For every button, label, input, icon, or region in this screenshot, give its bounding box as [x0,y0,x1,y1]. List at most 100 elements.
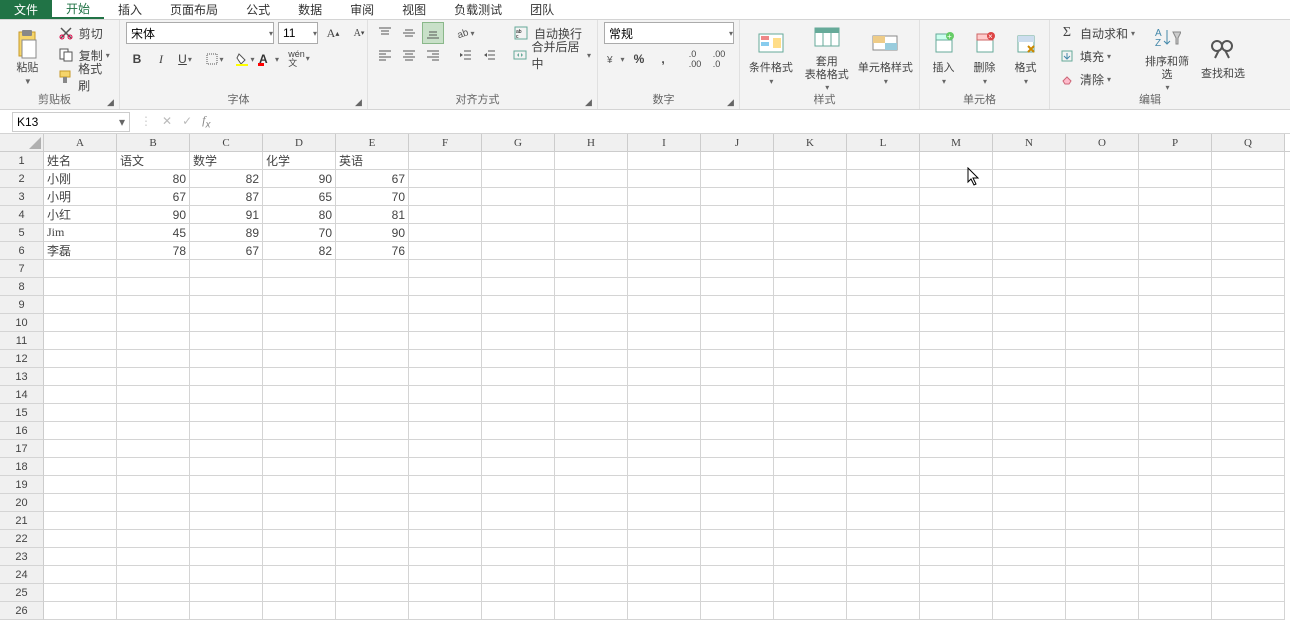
cell[interactable] [628,548,701,566]
column-header[interactable]: K [774,134,847,151]
cell[interactable] [1139,404,1212,422]
cell[interactable] [774,440,847,458]
cell[interactable] [44,530,117,548]
cell[interactable] [482,566,555,584]
cell[interactable] [774,188,847,206]
cell[interactable] [628,494,701,512]
number-dialog-launcher[interactable]: ◢ [727,97,737,107]
cell[interactable] [847,566,920,584]
align-left-button[interactable] [374,44,396,66]
cell[interactable] [847,188,920,206]
cell[interactable] [1066,548,1139,566]
italic-button[interactable]: I [150,48,172,70]
cell[interactable] [190,332,263,350]
cell[interactable] [555,332,628,350]
cell[interactable] [555,548,628,566]
cell[interactable] [1212,530,1285,548]
cell[interactable] [44,296,117,314]
row-headers[interactable]: 1234567891011121314151617181920212223242… [0,152,44,629]
cell[interactable] [701,512,774,530]
cancel-formula-button[interactable]: ✕ [162,114,172,128]
row-header[interactable]: 7 [0,260,44,278]
align-middle-button[interactable] [398,22,420,44]
cell[interactable] [190,530,263,548]
cell[interactable] [190,584,263,602]
cell[interactable] [409,314,482,332]
cell[interactable] [920,350,993,368]
cell[interactable] [847,548,920,566]
cell[interactable] [1139,440,1212,458]
cell[interactable] [1066,242,1139,260]
cell[interactable] [1066,602,1139,620]
cell[interactable] [774,602,847,620]
cell[interactable] [117,332,190,350]
row-header[interactable]: 5 [0,224,44,242]
column-header[interactable]: H [555,134,628,151]
cell[interactable] [1212,566,1285,584]
cell[interactable] [847,422,920,440]
number-format-combo[interactable]: ▾ [604,22,734,44]
cell[interactable] [1212,278,1285,296]
cell[interactable] [1212,350,1285,368]
cell[interactable] [1212,314,1285,332]
column-header[interactable]: N [993,134,1066,151]
cell[interactable]: 82 [190,170,263,188]
cell[interactable] [774,170,847,188]
cell[interactable] [117,386,190,404]
cell[interactable] [409,332,482,350]
cell[interactable] [263,314,336,332]
cell[interactable] [117,512,190,530]
row-header[interactable]: 18 [0,458,44,476]
cell[interactable] [263,602,336,620]
cell[interactable] [409,530,482,548]
cell[interactable] [409,206,482,224]
number-format-input[interactable] [605,26,728,40]
cell[interactable] [263,548,336,566]
cell[interactable] [336,260,409,278]
cell[interactable] [336,494,409,512]
cell[interactable] [409,602,482,620]
cell[interactable] [993,296,1066,314]
cell[interactable] [1066,404,1139,422]
cell[interactable] [482,260,555,278]
cell[interactable] [1066,386,1139,404]
cell[interactable] [847,242,920,260]
cells-area[interactable]: 姓名语文数学化学英语小刚80829067小明67876570小红90918081… [44,152,1290,629]
cell[interactable] [1066,494,1139,512]
cell[interactable] [555,278,628,296]
cell[interactable] [847,458,920,476]
font-color-button[interactable]: A▾ [258,48,280,70]
cell[interactable] [336,566,409,584]
cell[interactable] [628,566,701,584]
table-format-button[interactable]: 套用 表格格式▾ [802,22,852,92]
cell[interactable] [701,368,774,386]
font-dialog-launcher[interactable]: ◢ [355,97,365,107]
cell[interactable] [628,152,701,170]
cell[interactable] [920,404,993,422]
accept-formula-button[interactable]: ✓ [182,114,192,128]
decrease-indent-button[interactable] [454,44,476,66]
cell[interactable] [409,188,482,206]
cell[interactable] [409,404,482,422]
cell[interactable] [1066,368,1139,386]
row-header[interactable]: 19 [0,476,44,494]
cell[interactable] [482,350,555,368]
row-header[interactable]: 8 [0,278,44,296]
tab-insert[interactable]: 插入 [104,0,156,19]
select-all-corner[interactable] [0,134,44,152]
cell[interactable] [190,314,263,332]
cell[interactable] [263,584,336,602]
column-header[interactable]: I [628,134,701,151]
cell[interactable] [1212,422,1285,440]
cell[interactable] [993,314,1066,332]
cell[interactable] [482,170,555,188]
cell[interactable] [628,368,701,386]
cell[interactable] [482,188,555,206]
column-header[interactable]: Q [1212,134,1285,151]
cell[interactable] [774,386,847,404]
cell[interactable] [1212,458,1285,476]
cell[interactable] [117,260,190,278]
cell[interactable] [409,422,482,440]
cell[interactable] [1212,368,1285,386]
name-box[interactable]: ▾ [12,112,130,132]
